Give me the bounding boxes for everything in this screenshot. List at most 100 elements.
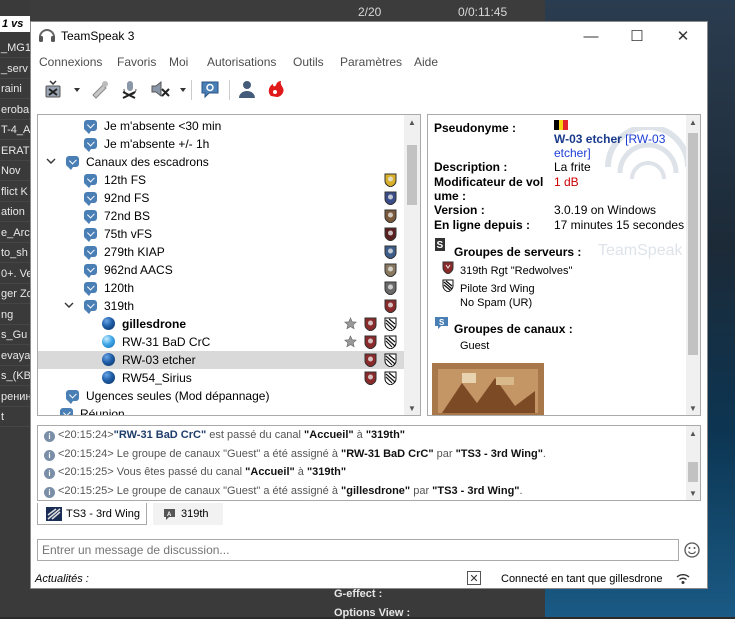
user-status-icon	[102, 353, 116, 367]
chat-message-input[interactable]	[37, 539, 679, 561]
minimize-icon: —	[583, 27, 599, 45]
maximize-button[interactable]: ☐	[614, 22, 660, 50]
background-options-view: Options View :	[334, 607, 411, 619]
menu-paramtres[interactable]: Paramètres	[340, 55, 402, 69]
squadron-badge-icon	[384, 263, 397, 277]
log-destination: "TS3 - 3rd Wing"	[432, 484, 520, 497]
log-time: <20:15:25>	[58, 484, 114, 497]
svg-text:TeamSpeak 3: TeamSpeak 3	[598, 242, 696, 259]
log-text: par	[410, 484, 433, 497]
toolbar-separator	[229, 80, 230, 100]
news-close-button[interactable]: ✕	[467, 571, 481, 585]
maximize-icon: ☐	[630, 28, 644, 45]
channel-icon	[60, 407, 74, 415]
server-group-3: No Spam (UR)	[460, 297, 533, 309]
chevron-down-icon[interactable]	[46, 156, 56, 166]
tree-channel-row[interactable]: Réunion	[38, 405, 404, 416]
squadron-badge-icon	[384, 245, 397, 259]
scroll-down-icon[interactable]: ▼	[688, 403, 698, 413]
server-groups-icon: S	[435, 238, 445, 251]
online-since-value: 17 minutes 15 secondes	[554, 218, 685, 232]
chat-log: ▲ ▼ i <20:15:24>"RW-31 BaD CrC" est passé…	[37, 425, 701, 501]
info-panel-scrollbar[interactable]: ▲ ▼	[686, 115, 700, 415]
tree-channel-row[interactable]: 962nd AACS	[38, 261, 404, 279]
disconnect-button[interactable]	[41, 77, 67, 101]
background-top-panel: 2/20 0/0:11:45	[30, 0, 545, 22]
tree-channel-row[interactable]: Je m'absente <30 min	[38, 117, 404, 135]
minimize-button[interactable]: —	[568, 22, 614, 50]
scroll-down-icon[interactable]: ▼	[407, 403, 417, 413]
menu-outils[interactable]: Outils	[293, 55, 324, 69]
tree-channel-row[interactable]: 72nd BS	[38, 207, 404, 225]
log-destination: "TS3 - 3rd Wing"	[455, 447, 543, 460]
toolbar-separator	[191, 80, 192, 100]
channel-groups-icon: S	[435, 317, 448, 329]
tree-user-row[interactable]: RW-31 BaD CrC	[38, 333, 404, 351]
background-list-item: e_Arc	[0, 223, 30, 243]
log-target: "gillesdrone"	[341, 484, 411, 497]
tab-ts3-3rd-wing[interactable]: TS3 - 3rd Wing	[37, 503, 147, 525]
tree-channel-row[interactable]: Ugences seules (Mod dépannage)	[38, 387, 404, 405]
server-group-1: 319th Rgt "Redwolves"	[460, 265, 573, 277]
scroll-down-icon[interactable]: ▼	[688, 488, 698, 498]
titlebar[interactable]: TeamSpeak 3 — ☐ ✕	[31, 22, 707, 50]
tree-user-row[interactable]: RW-03 etcher	[38, 351, 404, 369]
close-button[interactable]: ✕	[660, 22, 706, 50]
menu-favoris[interactable]: Favoris	[117, 55, 156, 69]
client-avatar-image	[432, 363, 544, 415]
scrollbar-thumb[interactable]	[688, 133, 698, 355]
tree-row-label: Réunion	[80, 407, 125, 416]
channel-icon	[84, 227, 98, 242]
channel-tree-scrollbar[interactable]: ▲ ▼	[404, 115, 420, 415]
connection-status: Connecté en tant que gillesdrone	[501, 573, 663, 585]
away-button[interactable]	[87, 77, 113, 101]
menu-moi[interactable]: Moi	[169, 55, 188, 69]
tree-user-row[interactable]: gillesdrone	[38, 315, 404, 333]
log-text: à	[353, 429, 366, 441]
channel-icon	[84, 191, 98, 206]
channel-tree[interactable]: ▲ ▼ Je m'absente <30 min Je m'absente +/-…	[37, 114, 421, 416]
background-list-item: flict K	[0, 182, 30, 202]
scrollbar-thumb[interactable]	[407, 145, 417, 205]
menu-connexions[interactable]: Connexions	[39, 55, 102, 69]
background-list-item: 0+. Ve	[0, 264, 30, 284]
nickname-text: W-03 etcher	[554, 132, 622, 146]
speakers-dropdown-arrow[interactable]	[180, 88, 186, 92]
tree-channel-row[interactable]: 92nd FS	[38, 189, 404, 207]
tree-user-row[interactable]: RW54_Sirius	[38, 369, 404, 387]
tree-row-label: 319th	[104, 299, 135, 313]
tree-channel-row[interactable]: 120th	[38, 279, 404, 297]
tab-319th[interactable]: A 319th	[153, 503, 223, 525]
tree-channel-row[interactable]: 319th	[38, 297, 404, 315]
chat-button[interactable]	[197, 77, 223, 101]
tree-channel-row[interactable]: Canaux des escadrons	[38, 153, 404, 171]
contacts-button[interactable]	[234, 77, 260, 101]
channel-commander-button[interactable]	[263, 77, 289, 101]
scroll-up-icon[interactable]: ▲	[407, 117, 417, 127]
tree-row-label: 92nd FS	[104, 191, 150, 205]
scroll-up-icon[interactable]: ▲	[688, 117, 698, 127]
tree-channel-row[interactable]: Je m'absente +/- 1h	[38, 135, 404, 153]
svg-text:A: A	[167, 512, 172, 518]
nickname-label: Pseudonyme :	[434, 121, 517, 135]
tab-label: 319th	[181, 508, 209, 520]
mute-microphone-button[interactable]	[117, 77, 143, 101]
scroll-up-icon[interactable]: ▲	[688, 428, 698, 438]
chat-log-scrollbar[interactable]: ▲ ▼	[686, 426, 700, 500]
emoji-picker-icon[interactable]	[683, 541, 701, 559]
mute-mic-icon	[122, 81, 137, 99]
menu-autorisations[interactable]: Autorisations	[207, 55, 276, 69]
tree-channel-row[interactable]: 75th vFS	[38, 225, 404, 243]
scrollbar-thumb[interactable]	[688, 462, 698, 482]
log-entry: i <20:15:24>"RW-31 BaD CrC" est passé du …	[44, 429, 405, 442]
background-list-item: _MG1	[0, 38, 30, 58]
teamspeak-watermark-icon: TeamSpeak 3	[598, 127, 696, 259]
mute-speakers-button[interactable]	[147, 77, 173, 101]
menu-aide[interactable]: Aide	[414, 55, 438, 69]
tree-channel-row[interactable]: 279th KIAP	[38, 243, 404, 261]
tree-channel-row[interactable]: 12th FS	[38, 171, 404, 189]
tree-row-label: Je m'absente <30 min	[104, 119, 222, 133]
disconnect-dropdown-arrow[interactable]	[74, 88, 80, 92]
channel-icon	[84, 137, 98, 152]
chevron-down-icon[interactable]	[64, 300, 74, 310]
